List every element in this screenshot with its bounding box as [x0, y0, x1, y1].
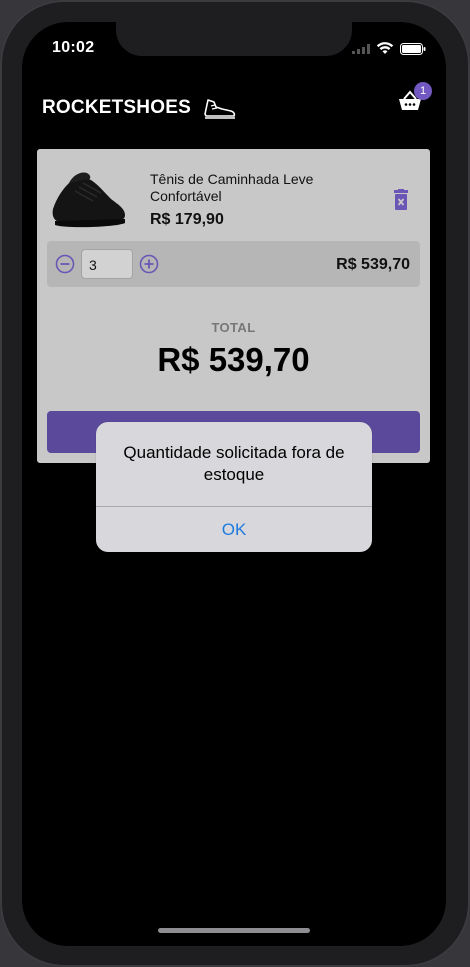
product-title: Tênis de Caminhada Leve Confortável — [150, 171, 314, 204]
status-icons — [352, 42, 426, 55]
status-time: 10:02 — [52, 39, 95, 56]
app-logo[interactable]: ROCKETSHOES — [42, 94, 237, 122]
delete-icon[interactable] — [392, 189, 410, 211]
total-value: R$ 539,70 — [157, 341, 310, 378]
alert-message: Quantidade solicitada fora de estoque — [123, 443, 345, 484]
home-indicator[interactable] — [158, 928, 310, 933]
item-subtotal: R$ 539,70 — [336, 256, 410, 273]
decrease-quantity-icon[interactable] — [55, 254, 75, 274]
phone-frame: 10:02 ROCKETSHOES 1 Tênis de Caminhada L… — [0, 0, 470, 967]
product-image — [52, 172, 126, 228]
total-label: TOTAL — [211, 320, 256, 335]
wifi-icon — [376, 42, 394, 54]
cart-count-badge: 1 — [414, 82, 432, 100]
alert-dialog: Quantidade solicitada fora de estoque OK — [96, 422, 372, 552]
alert-ok-button[interactable]: OK — [96, 507, 372, 552]
cart-button[interactable]: 1 — [398, 82, 432, 116]
product-price: R$ 179,90 — [150, 211, 224, 228]
app-screen: 10:02 ROCKETSHOES 1 Tênis de Caminhada L… — [22, 22, 446, 946]
logo-text: ROCKETSHOES — [42, 97, 191, 118]
quantity-row: 3 R$ 539,70 — [47, 241, 420, 287]
battery-icon — [400, 42, 426, 55]
cart-card: Tênis de Caminhada Leve Confortável R$ 1… — [37, 149, 430, 463]
notch — [116, 22, 352, 56]
quantity-input[interactable]: 3 — [81, 249, 133, 279]
increase-quantity-icon[interactable] — [139, 254, 159, 274]
cellular-signal-icon — [352, 43, 370, 54]
shoe-icon — [204, 99, 236, 119]
